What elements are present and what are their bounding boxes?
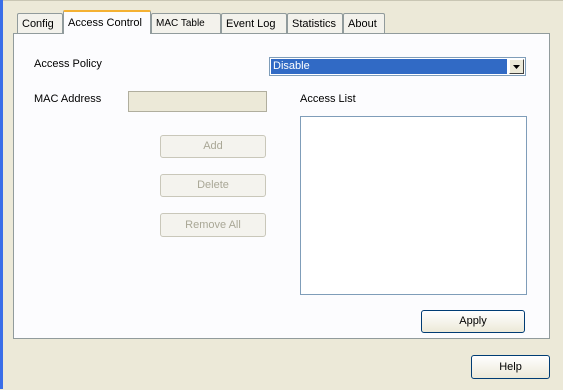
access-list-label: Access List	[300, 93, 356, 105]
access-policy-select[interactable]: Disable	[269, 57, 526, 76]
delete-button[interactable]: Delete	[160, 174, 266, 197]
access-list-box[interactable]	[300, 116, 527, 295]
tab-about[interactable]: About	[343, 13, 385, 33]
tab-statistics[interactable]: Statistics	[287, 13, 343, 33]
add-button[interactable]: Add	[160, 135, 266, 158]
tab-mac-table[interactable]: MAC Table	[151, 13, 221, 33]
tab-event-log[interactable]: Event Log	[221, 13, 287, 33]
help-button[interactable]: Help	[471, 355, 550, 379]
remove-all-button[interactable]: Remove All	[160, 213, 266, 237]
tab-access-control[interactable]: Access Control	[63, 10, 151, 34]
apply-button[interactable]: Apply	[421, 310, 525, 333]
mac-address-input[interactable]	[128, 91, 267, 112]
access-policy-selected-value: Disable	[271, 59, 507, 74]
tab-config[interactable]: Config	[17, 13, 63, 33]
dropdown-arrow-button[interactable]	[509, 59, 524, 74]
mac-address-label: MAC Address	[34, 93, 102, 105]
access-control-panel: Access Policy Disable MAC Address Access…	[13, 33, 550, 339]
access-policy-label: Access Policy	[34, 58, 102, 70]
chevron-down-icon	[513, 64, 520, 69]
